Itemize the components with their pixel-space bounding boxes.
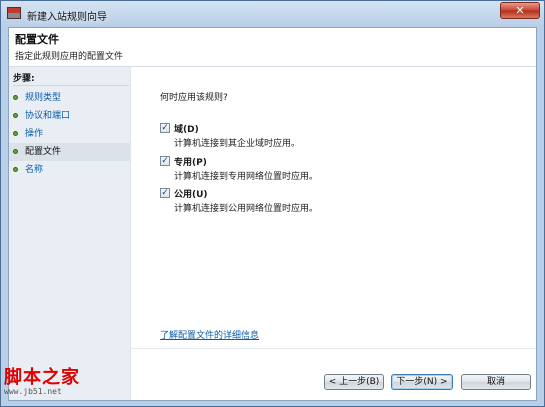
option-name: 域(D) bbox=[174, 125, 199, 135]
public-checkbox[interactable]: ✓ bbox=[160, 188, 170, 198]
title-bar[interactable]: 新建入站规则向导 ✕ bbox=[1, 1, 544, 27]
footer-divider bbox=[131, 348, 536, 349]
step-label: 操作 bbox=[25, 129, 44, 139]
step-protocol-ports[interactable]: 协议和端口 bbox=[9, 107, 130, 125]
step-label: 规则类型 bbox=[25, 93, 62, 103]
green-bullet-icon bbox=[13, 113, 18, 118]
page-title: 配置文件 bbox=[15, 33, 59, 46]
checkmark-icon: ✓ bbox=[161, 123, 169, 133]
next-button[interactable]: 下一步(N) > bbox=[391, 374, 453, 390]
option-name: 专用(P) bbox=[174, 158, 207, 168]
green-bullet-icon bbox=[13, 167, 18, 172]
green-bullet-icon bbox=[13, 149, 18, 154]
option-public: ✓ 公用(U) 计算机连接到公用网络位置时应用。 bbox=[160, 186, 520, 216]
wizard-client: 配置文件 指定此规则应用的配置文件 步骤: 规则类型 协议和端口 操作 配置文件 bbox=[8, 27, 537, 401]
option-description: 计算机连接到公用网络位置时应用。 bbox=[174, 204, 319, 214]
option-description: 计算机连接到专用网络位置时应用。 bbox=[174, 172, 319, 182]
domain-checkbox[interactable]: ✓ bbox=[160, 123, 170, 133]
green-bullet-icon bbox=[13, 95, 18, 100]
cancel-button[interactable]: 取消 bbox=[461, 374, 531, 390]
steps-panel: 步骤: 规则类型 协议和端口 操作 配置文件 名称 bbox=[9, 67, 131, 400]
steps-heading: 步骤: bbox=[13, 74, 35, 84]
steps-divider bbox=[13, 85, 129, 86]
option-name: 公用(U) bbox=[174, 190, 208, 200]
wizard-window: 新建入站规则向导 ✕ 配置文件 指定此规则应用的配置文件 步骤: 规则类型 协议… bbox=[0, 0, 545, 407]
page-header: 配置文件 指定此规则应用的配置文件 bbox=[9, 28, 536, 67]
option-description: 计算机连接到其企业域时应用。 bbox=[174, 139, 301, 149]
step-profile[interactable]: 配置文件 bbox=[9, 143, 130, 161]
checkmark-icon: ✓ bbox=[161, 188, 169, 198]
learn-more-link[interactable]: 了解配置文件的详细信息 bbox=[160, 328, 259, 341]
firewall-icon bbox=[7, 7, 21, 19]
watermark-text: 脚本之家 bbox=[4, 367, 80, 388]
private-checkbox[interactable]: ✓ bbox=[160, 156, 170, 166]
checkmark-icon: ✓ bbox=[161, 156, 169, 166]
step-label: 协议和端口 bbox=[25, 111, 71, 121]
watermark: 脚本之家 www.jb51.net bbox=[4, 363, 80, 396]
main-panel: 何时应用该规则? ✓ 域(D) 计算机连接到其企业域时应用。 ✓ 专用(P) 计… bbox=[131, 67, 536, 347]
step-action[interactable]: 操作 bbox=[9, 125, 130, 143]
question-label: 何时应用该规则? bbox=[160, 93, 228, 103]
step-name[interactable]: 名称 bbox=[9, 161, 130, 179]
step-rule-type[interactable]: 规则类型 bbox=[9, 89, 130, 107]
step-label: 配置文件 bbox=[25, 147, 62, 157]
step-label: 名称 bbox=[25, 165, 44, 175]
green-bullet-icon bbox=[13, 131, 18, 136]
window-title: 新建入站规则向导 bbox=[27, 12, 107, 23]
page-subtitle: 指定此规则应用的配置文件 bbox=[15, 52, 124, 62]
back-button[interactable]: < 上一步(B) bbox=[324, 374, 384, 390]
option-domain: ✓ 域(D) 计算机连接到其企业域时应用。 bbox=[160, 121, 520, 151]
close-button[interactable]: ✕ bbox=[500, 2, 540, 19]
option-private: ✓ 专用(P) 计算机连接到专用网络位置时应用。 bbox=[160, 154, 520, 184]
